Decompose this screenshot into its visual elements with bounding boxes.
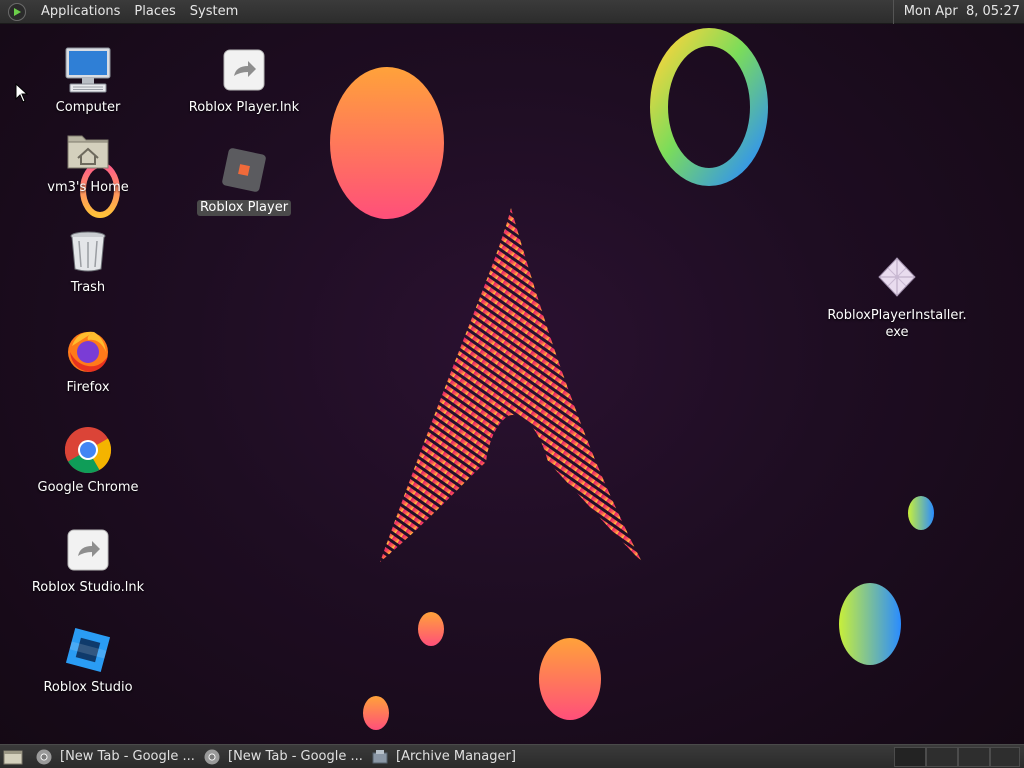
computer-desktop-icon[interactable]: Computer — [28, 46, 148, 116]
roblox-player-label: Roblox Player — [196, 200, 292, 216]
firefox-icon — [64, 326, 112, 374]
taskbar-item-archive-manager[interactable]: [Archive Manager] — [366, 746, 536, 768]
roblox-studio-label: Roblox Studio — [43, 680, 133, 695]
taskbar-item-label: [New Tab - Google ... — [228, 749, 363, 764]
wine-exe-icon — [873, 253, 921, 301]
roblox-installer-label-line2: exe — [885, 325, 909, 340]
chrome-icon — [64, 426, 112, 474]
home-folder-icon — [64, 126, 112, 174]
top-panel: Applications Places System Mon Apr 8, 05… — [0, 0, 1024, 24]
computer-icon — [64, 46, 112, 94]
trash-icon — [64, 226, 112, 274]
menu-logo-icon[interactable] — [8, 2, 26, 21]
firefox-label: Firefox — [66, 380, 110, 395]
roblox-studio-lnk-label: Roblox Studio.lnk — [31, 580, 145, 595]
shortcut-icon — [220, 46, 268, 94]
workspace-4[interactable] — [990, 747, 1020, 767]
applications-menu[interactable]: Applications — [34, 0, 127, 24]
workspace-1[interactable] — [894, 747, 926, 767]
shortcut-icon — [64, 526, 112, 574]
chrome-desktop-icon[interactable]: Google Chrome — [28, 426, 148, 496]
archive-manager-icon — [372, 749, 388, 763]
chrome-icon — [36, 749, 52, 764]
home-folder-desktop-icon[interactable]: vm3's Home — [28, 126, 148, 196]
roblox-studio-icon — [64, 626, 112, 674]
workspace-3[interactable] — [958, 747, 990, 767]
home-folder-label: vm3's Home — [47, 180, 129, 195]
taskbar: [New Tab - Google ... [New Tab - Google … — [0, 744, 1024, 768]
trash-label: Trash — [70, 280, 106, 295]
taskbar-item-chrome-2[interactable]: [New Tab - Google ... — [198, 746, 366, 768]
wallpaper-art — [80, 28, 934, 730]
chrome-icon — [204, 749, 220, 764]
roblox-installer-desktop-icon[interactable]: RobloxPlayerInstaller. exe — [827, 253, 967, 341]
roblox-player-icon — [220, 146, 268, 194]
chrome-label: Google Chrome — [37, 480, 139, 495]
roblox-studio-desktop-icon[interactable]: Roblox Studio — [28, 626, 148, 696]
places-menu[interactable]: Places — [127, 0, 182, 24]
firefox-desktop-icon[interactable]: Firefox — [28, 326, 148, 396]
show-desktop-button[interactable] — [0, 746, 30, 768]
taskbar-item-chrome-1[interactable]: [New Tab - Google ... — [30, 746, 198, 768]
taskbar-item-label: [Archive Manager] — [396, 749, 516, 764]
roblox-studio-lnk-desktop-icon[interactable]: Roblox Studio.lnk — [28, 526, 148, 596]
system-menu[interactable]: System — [183, 0, 245, 24]
roblox-player-desktop-icon[interactable]: Roblox Player — [184, 146, 304, 216]
trash-desktop-icon[interactable]: Trash — [28, 226, 148, 296]
roblox-installer-label-line1: RobloxPlayerInstaller. — [827, 308, 967, 323]
show-desktop-icon — [3, 750, 23, 764]
mouse-cursor-icon — [15, 83, 29, 103]
clock[interactable]: Mon Apr 8, 05:27 — [892, 0, 1020, 24]
roblox-player-lnk-label: Roblox Player.lnk — [188, 100, 300, 115]
computer-label: Computer — [55, 100, 121, 115]
workspace-2[interactable] — [926, 747, 958, 767]
desktop[interactable]: Applications Places System Mon Apr 8, 05… — [0, 0, 1024, 768]
taskbar-item-label: [New Tab - Google ... — [60, 749, 195, 764]
roblox-player-lnk-desktop-icon[interactable]: Roblox Player.lnk — [184, 46, 304, 116]
roblox-installer-label: RobloxPlayerInstaller. exe — [824, 307, 969, 341]
